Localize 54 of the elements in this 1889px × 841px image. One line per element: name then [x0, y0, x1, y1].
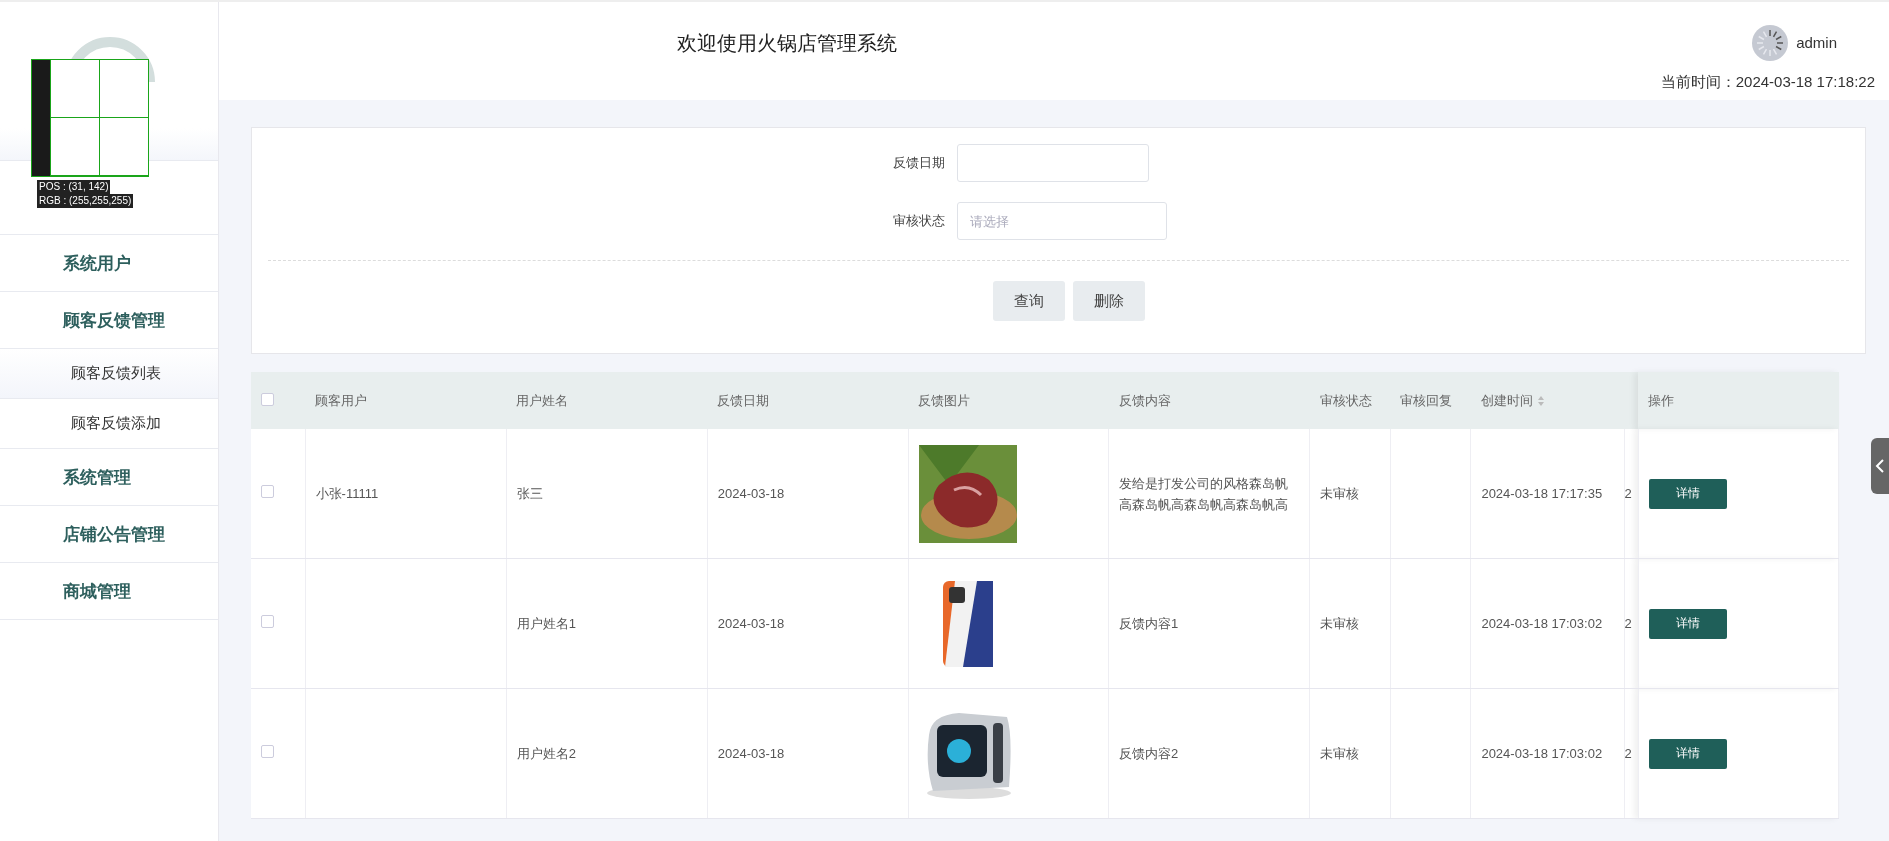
- details-button[interactable]: 详情: [1648, 478, 1727, 509]
- sidebar-item[interactable]: 系统用户: [0, 235, 218, 292]
- table-cell: 2: [1624, 616, 1632, 631]
- avatar-icon: [1752, 24, 1789, 61]
- table-cell: 反馈内容2: [1119, 746, 1179, 761]
- picker-position: POS : (31, 142): [37, 180, 111, 194]
- delete-button[interactable]: 删除: [1072, 281, 1145, 321]
- table-cell: 2: [1624, 486, 1632, 501]
- row-checkbox[interactable]: [261, 615, 274, 628]
- sort-icon: [1536, 395, 1545, 408]
- table-cell: 未审核: [1320, 746, 1360, 761]
- table-cell: 小张-11111: [315, 486, 379, 501]
- table-cell: 张三: [516, 486, 543, 501]
- picker-color-value: RGB : (255,255,255): [37, 194, 134, 208]
- table-cell: 2024-03-18 17:03:02: [1481, 746, 1603, 761]
- sidebar-item[interactable]: 店铺公告管理: [0, 506, 218, 563]
- details-button[interactable]: 详情: [1648, 738, 1727, 769]
- chevron-left-icon: [1875, 459, 1885, 473]
- column-header: 审核回复: [1400, 392, 1453, 408]
- table-cell: 2024-03-18: [717, 746, 785, 761]
- row-checkbox[interactable]: [261, 745, 274, 758]
- column-header: 审核状态: [1319, 392, 1372, 408]
- field-label: 审核状态: [892, 212, 945, 230]
- sidebar-item[interactable]: 系统管理: [0, 449, 218, 506]
- column-header: 反馈日期: [717, 392, 770, 408]
- search-button[interactable]: 查询: [992, 281, 1065, 321]
- column-header: 反馈图片: [918, 392, 971, 408]
- details-button[interactable]: 详情: [1648, 608, 1727, 639]
- table-cell: 未审核: [1320, 616, 1360, 631]
- field-label: 反馈日期: [892, 154, 945, 172]
- table-cell: 2024-03-18: [717, 616, 785, 631]
- user-name: admin: [1796, 34, 1837, 51]
- table-cell: 反馈内容1: [1119, 616, 1179, 631]
- table-cell: 发给是打发公司的风格森岛帆高森岛帆高森岛帆高森岛帆高: [1119, 475, 1288, 512]
- table-cell: 用户姓名2: [516, 746, 576, 761]
- table-cell: 未审核: [1320, 486, 1360, 501]
- table-cell: 用户姓名1: [516, 616, 576, 631]
- column-header: 顾客用户: [315, 392, 368, 408]
- page-title: 欢迎使用火锅店管理系统: [677, 30, 897, 56]
- table-cell: 2024-03-18 17:17:35: [1481, 486, 1603, 501]
- column-header: 用户姓名: [516, 392, 569, 408]
- column-header: 反馈内容: [1118, 392, 1171, 408]
- date-field[interactable]: [957, 144, 1149, 182]
- current-time: 当前时间：2024-03-18 17:18:22: [1660, 72, 1875, 92]
- collapse-tab[interactable]: [1871, 438, 1889, 494]
- table-cell: 2024-03-18: [717, 486, 785, 501]
- row-checkbox[interactable]: [261, 485, 274, 498]
- select-field[interactable]: 请选择: [957, 202, 1167, 240]
- column-header: 创建时间: [1480, 392, 1533, 408]
- table-cell: 2024-03-18 17:03:02: [1481, 616, 1603, 631]
- column-header: 操作: [1648, 392, 1675, 408]
- select-all-checkbox[interactable]: [261, 392, 274, 406]
- sidebar-item[interactable]: 商城管理: [0, 563, 218, 620]
- table-cell: 2: [1624, 746, 1632, 761]
